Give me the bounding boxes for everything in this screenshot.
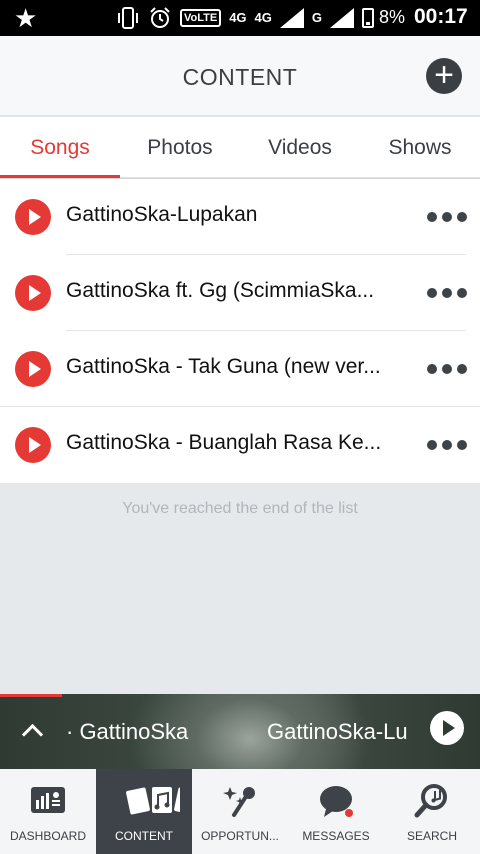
tab-songs[interactable]: Songs xyxy=(0,117,120,178)
nav-label: MESSAGES xyxy=(302,829,370,843)
more-options-icon[interactable] xyxy=(427,437,467,453)
play-icon[interactable] xyxy=(15,351,51,387)
search-icon xyxy=(414,784,447,818)
song-title: GattinoSka - Buanglah Rasa Ke... xyxy=(66,431,382,454)
tab-shows[interactable]: Shows xyxy=(360,117,480,178)
play-icon[interactable] xyxy=(15,199,51,235)
list-item[interactable]: GattinoSka-Lupakan xyxy=(0,179,480,255)
list-item[interactable]: GattinoSka - Tak Guna (new ver... xyxy=(0,331,480,407)
status-icons: VoLTE 4G 4G G xyxy=(116,6,375,30)
song-title: GattinoSka-Lupakan xyxy=(66,203,258,226)
song-title: GattinoSka ft. Gg (ScimmiaSka... xyxy=(66,279,375,302)
player-track-title: GattinoSka-Lu xyxy=(267,719,408,744)
signal-icon-2 xyxy=(330,8,355,28)
add-content-button[interactable]: + xyxy=(426,58,462,94)
player-play-button[interactable] xyxy=(430,711,464,745)
song-title: GattinoSka - Tak Guna (new ver... xyxy=(66,355,381,378)
nav-label: DASHBOARD xyxy=(9,829,86,843)
alarm-icon xyxy=(150,7,170,28)
play-icon[interactable] xyxy=(15,427,51,463)
messages-icon xyxy=(320,786,353,817)
nav-content[interactable]: CONTENT xyxy=(96,769,192,854)
nav-dashboard[interactable]: DASHBOARD xyxy=(0,769,96,854)
clock: 00:17 xyxy=(414,5,468,28)
playback-progress xyxy=(0,694,63,697)
nav-label: SEARCH xyxy=(406,829,457,843)
network-type-4g-small: 4G xyxy=(229,10,247,25)
more-options-icon[interactable] xyxy=(427,285,467,301)
mini-player[interactable]: · GattinoSka GattinoSka-Lu xyxy=(0,694,480,769)
network-type-g: G xyxy=(311,10,323,25)
battery-percent: 8% xyxy=(379,7,406,27)
signal-icon xyxy=(279,8,304,28)
app-header: CONTENT + xyxy=(0,36,480,116)
volte-badge: VoLTE xyxy=(180,9,222,27)
nav-messages[interactable]: MESSAGES xyxy=(288,769,384,854)
nav-opportunities[interactable]: OPPORTUN... xyxy=(192,769,288,854)
content-icon xyxy=(126,787,180,815)
content-tabs: Songs Photos Videos Shows xyxy=(0,117,480,178)
song-list: GattinoSka-Lupakan GattinoSka ft. Gg (Sc… xyxy=(0,179,480,483)
chevron-up-icon[interactable] xyxy=(22,721,42,741)
nav-search[interactable]: SEARCH xyxy=(384,769,480,854)
nav-label: CONTENT xyxy=(115,829,173,843)
player-artist: · GattinoSka xyxy=(66,719,189,744)
page-title: CONTENT xyxy=(182,64,298,90)
tab-photos[interactable]: Photos xyxy=(120,117,240,178)
list-item[interactable]: GattinoSka - Buanglah Rasa Ke... xyxy=(0,407,480,483)
status-bar: ★ VoLTE 4G 4G G 8% 00:17 xyxy=(0,0,480,36)
dashboard-icon xyxy=(31,787,65,813)
network-type-4g: 4G xyxy=(254,10,272,25)
vibrate-icon xyxy=(118,7,138,29)
plus-icon: + xyxy=(434,56,454,94)
play-icon[interactable] xyxy=(15,275,51,311)
more-options-icon[interactable] xyxy=(427,361,467,377)
battery-icon xyxy=(362,8,375,28)
active-tab-indicator xyxy=(0,175,120,178)
list-item[interactable]: GattinoSka ft. Gg (ScimmiaSka... xyxy=(0,255,480,331)
more-options-icon[interactable] xyxy=(427,209,467,225)
opportunities-icon xyxy=(223,787,255,817)
bottom-navigation: DASHBOARD CONTENT OPPORTUN... MESSAGES S… xyxy=(0,769,480,854)
star-icon: ★ xyxy=(14,3,38,33)
end-of-list-message: You've reached the end of the list xyxy=(122,500,358,517)
tab-videos[interactable]: Videos xyxy=(240,117,360,178)
nav-label: OPPORTUN... xyxy=(201,829,279,843)
